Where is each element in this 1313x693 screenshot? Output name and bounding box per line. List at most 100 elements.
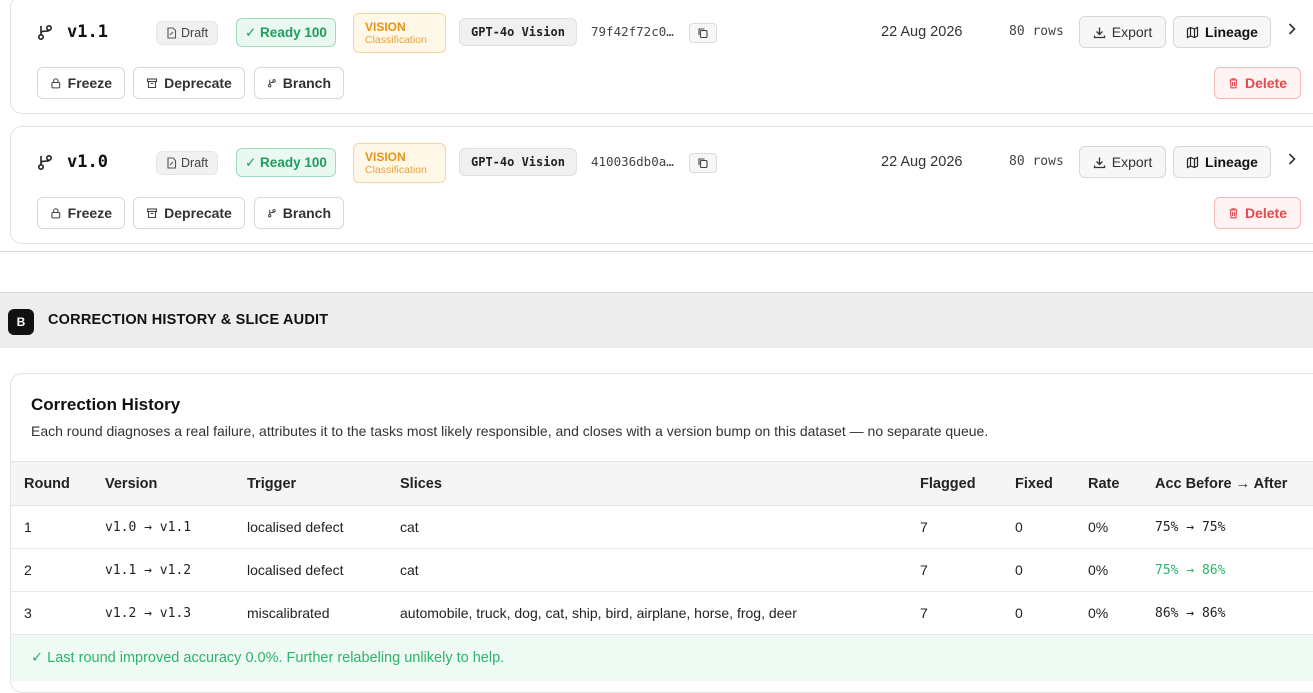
column-header: Rate	[1088, 475, 1120, 492]
branch-icon	[268, 209, 276, 218]
version-card: v1.1 Draft ✓ Ready 100 VISION Classifica…	[10, 0, 1313, 114]
status-badge: Draft	[156, 21, 219, 45]
trash-icon	[1229, 78, 1238, 89]
version-name: v1.0	[67, 152, 108, 172]
chevron-right-icon[interactable]	[1287, 152, 1297, 166]
export-label: Export	[1111, 154, 1153, 170]
version-hash: 410036db0a…	[591, 154, 674, 169]
lineage-button[interactable]: Lineage	[1173, 16, 1271, 48]
slices-cell: cat	[400, 505, 920, 549]
export-button[interactable]: Export	[1079, 146, 1166, 178]
delete-label: Delete	[1244, 75, 1288, 91]
column-header: Slices	[400, 475, 442, 492]
delete-button[interactable]: Delete	[1214, 197, 1301, 229]
round-cell: 1	[11, 505, 105, 549]
model-badge: GPT-4o Vision	[459, 148, 577, 176]
ready-badge: ✓ Ready 100	[236, 18, 336, 47]
copy-hash-button[interactable]	[689, 153, 717, 173]
slices-cell: automobile, truck, dog, cat, ship, bird,…	[400, 591, 920, 635]
slices-cell: cat	[400, 548, 920, 592]
section-header: B CORRECTION HISTORY & SLICE AUDIT	[0, 292, 1313, 348]
fixed-cell: 0	[1015, 505, 1088, 549]
version-date: 22 Aug 2026	[881, 24, 963, 40]
copy-hash-button[interactable]	[689, 23, 717, 43]
column-header: Trigger	[247, 475, 297, 492]
freeze-label: Freeze	[67, 75, 112, 91]
flagged-cell: 7	[920, 548, 1015, 592]
lineage-label: Lineage	[1205, 24, 1258, 40]
trigger-cell: localised defect	[247, 505, 400, 549]
branch-icon	[36, 153, 54, 171]
chevron-right-icon[interactable]	[1287, 22, 1297, 36]
version-name: v1.1	[67, 22, 108, 42]
delete-button[interactable]: Delete	[1214, 67, 1301, 99]
status-badge: Draft	[156, 151, 219, 175]
correction-history-card: Correction History Each round diagnoses …	[10, 373, 1313, 693]
trigger-cell: localised defect	[247, 548, 400, 592]
version-cell: v1.1 → v1.2	[105, 548, 247, 592]
version-cell: v1.2 → v1.3	[105, 591, 247, 635]
modality-badge: VISION Classification	[353, 13, 446, 53]
deprecate-label: Deprecate	[164, 75, 232, 91]
accuracy-cell: 75% → 75%	[1155, 505, 1313, 549]
status-label: Draft	[181, 156, 209, 170]
section-divider	[0, 251, 1313, 252]
branch-button[interactable]: Branch	[254, 197, 344, 229]
section-title: CORRECTION HISTORY & SLICE AUDIT	[48, 312, 329, 328]
table-row: 3 v1.2 → v1.3 miscalibrated automobile, …	[11, 591, 1313, 635]
copy-icon	[698, 28, 708, 39]
fixed-cell: 0	[1015, 548, 1088, 592]
round-cell: 2	[11, 548, 105, 592]
draft-icon	[167, 27, 177, 39]
task-label: Classification	[365, 163, 427, 176]
card-description: Each round diagnoses a real failure, att…	[31, 423, 989, 439]
accuracy-cell: 75% → 86%	[1155, 548, 1313, 592]
lineage-label: Lineage	[1205, 154, 1258, 170]
column-header: Version	[105, 475, 158, 492]
draft-icon	[167, 157, 177, 169]
correction-history-table: Round Version Trigger Slices Flagged Fix…	[11, 461, 1313, 635]
download-icon	[1093, 157, 1105, 168]
deprecate-button[interactable]: Deprecate	[133, 67, 245, 99]
branch-label: Branch	[282, 75, 331, 91]
modality-label: VISION	[365, 19, 406, 34]
flagged-cell: 7	[920, 591, 1015, 635]
map-icon	[1186, 26, 1199, 38]
version-card: v1.0 Draft ✓ Ready 100 VISION Classifica…	[10, 126, 1313, 244]
download-icon	[1093, 27, 1105, 38]
modality-label: VISION	[365, 149, 406, 164]
lock-icon	[51, 78, 61, 89]
status-label: Draft	[181, 26, 209, 40]
version-cell: v1.0 → v1.1	[105, 505, 247, 549]
deprecate-button[interactable]: Deprecate	[133, 197, 245, 229]
task-label: Classification	[365, 33, 427, 46]
lock-icon	[51, 208, 61, 219]
branch-icon	[268, 79, 276, 88]
archive-icon	[147, 208, 158, 219]
accuracy-cell: 86% → 86%	[1155, 591, 1313, 635]
branch-button[interactable]: Branch	[254, 67, 344, 99]
version-date: 22 Aug 2026	[881, 154, 963, 170]
modality-badge: VISION Classification	[353, 143, 446, 183]
rate-cell: 0%	[1088, 505, 1155, 549]
delete-label: Delete	[1244, 205, 1288, 221]
row-count: 80 rows	[1009, 154, 1064, 169]
export-button[interactable]: Export	[1079, 16, 1166, 48]
branch-icon	[36, 23, 54, 41]
improvement-note: ✓ Last round improved accuracy 0.0%. Fur…	[11, 635, 1313, 681]
section-badge: B	[8, 309, 34, 335]
card-title: Correction History	[31, 395, 181, 414]
freeze-button[interactable]: Freeze	[37, 67, 125, 99]
round-cell: 3	[11, 591, 105, 635]
column-header: Acc Before → After	[1155, 475, 1288, 492]
copy-icon	[698, 158, 708, 169]
version-hash: 79f42f72c0…	[591, 24, 674, 39]
freeze-label: Freeze	[67, 205, 112, 221]
table-header-row: Round Version Trigger Slices Flagged Fix…	[11, 461, 1313, 506]
freeze-button[interactable]: Freeze	[37, 197, 125, 229]
map-icon	[1186, 156, 1199, 168]
lineage-button[interactable]: Lineage	[1173, 146, 1271, 178]
branch-label: Branch	[282, 205, 331, 221]
archive-icon	[147, 78, 158, 89]
table-row: 2 v1.1 → v1.2 localised defect cat 7 0 0…	[11, 548, 1313, 592]
